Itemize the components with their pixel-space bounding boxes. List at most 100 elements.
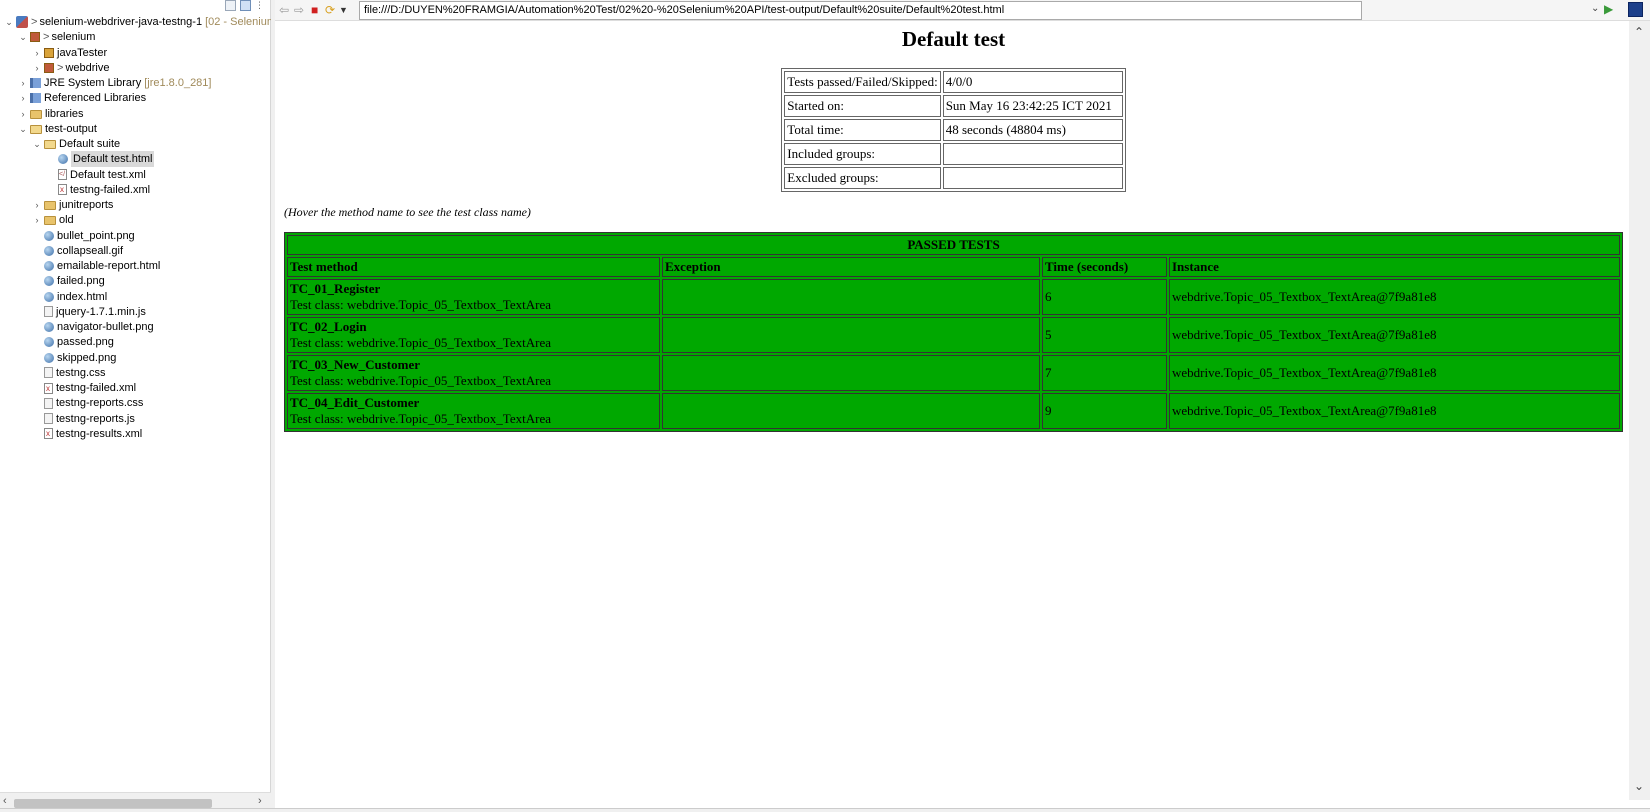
- tree-item-decoration: [02 - Selenium: [205, 16, 276, 28]
- library-icon: [30, 93, 41, 104]
- tree-item[interactable]: bullet_point.png: [32, 228, 135, 244]
- table-row: TC_04_Edit_Customer Test class: webdrive.…: [287, 393, 1620, 429]
- test-method-name[interactable]: TC_03_New_Customer: [290, 357, 657, 373]
- stop-icon[interactable]: ■: [311, 3, 318, 17]
- tree-item[interactable]: › Referenced Libraries: [18, 90, 147, 106]
- go-icon[interactable]: ▶: [1604, 2, 1613, 16]
- chevron-down-icon[interactable]: ⌄: [18, 121, 28, 137]
- folder-open-icon: [30, 124, 42, 134]
- summary-row: Included groups:: [784, 143, 1123, 165]
- tree-item-label: test-output: [45, 122, 97, 135]
- tree-item-label: selenium: [51, 31, 96, 44]
- chevron-right-icon[interactable]: ›: [32, 212, 42, 228]
- browser-vertical-scrollbar[interactable]: ⌃ ⌄: [1629, 21, 1650, 800]
- test-method-name[interactable]: TC_01_Register: [290, 281, 657, 297]
- tree-item[interactable]: emailable-report.html: [32, 258, 160, 274]
- collapse-all-icon[interactable]: [225, 0, 236, 11]
- tree-item-label: webdrive: [65, 61, 110, 74]
- test-method-name[interactable]: TC_02_Login: [290, 319, 657, 335]
- xml-file-icon: [58, 182, 67, 198]
- summary-value: [942, 167, 1123, 189]
- page-title: Default test: [901, 27, 1006, 51]
- tree-item-label: skipped.png: [57, 351, 117, 364]
- history-dropdown-icon[interactable]: ▼: [339, 5, 348, 15]
- folder-icon: [30, 109, 42, 119]
- tree-item-label: testng-failed.xml: [70, 183, 151, 196]
- link-with-editor-icon[interactable]: [240, 0, 251, 11]
- tree-item[interactable]: ⌄ Default suite: [32, 136, 120, 152]
- scroll-left-icon[interactable]: ‹: [3, 795, 7, 807]
- tree-item[interactable]: ⌄ > selenium: [18, 29, 95, 45]
- chevron-right-icon[interactable]: ›: [32, 45, 42, 61]
- tree-item[interactable]: testng-results.xml: [32, 426, 142, 442]
- time-cell: 6: [1042, 279, 1167, 315]
- modified-marker: >: [31, 16, 38, 28]
- test-method-name[interactable]: TC_04_Edit_Customer: [290, 395, 657, 411]
- project-icon: [16, 16, 28, 28]
- tree-item[interactable]: › JRE System Library [jre1.8.0_281]: [18, 75, 212, 91]
- tree-item[interactable]: Default test.html: [46, 151, 155, 168]
- tree-item[interactable]: testng-reports.css: [32, 395, 143, 411]
- summary-label: Excluded groups:: [784, 167, 941, 189]
- tree-item[interactable]: › javaTester: [32, 45, 108, 61]
- test-method-cell[interactable]: TC_04_Edit_Customer Test class: webdrive.…: [287, 393, 660, 429]
- tree-item[interactable]: collapseall.gif: [32, 243, 123, 259]
- tree-item[interactable]: Default test.xml: [46, 167, 146, 183]
- url-dropdown-icon[interactable]: ⌄: [1591, 3, 1599, 14]
- summary-value: [942, 143, 1123, 165]
- test-method-cell[interactable]: TC_03_New_Customer Test class: webdrive.T…: [287, 355, 660, 391]
- tree-item[interactable]: testng-failed.xml: [46, 182, 150, 198]
- scroll-up-icon[interactable]: ⌃: [1634, 25, 1644, 39]
- tree-item[interactable]: passed.png: [32, 334, 114, 350]
- tree-item[interactable]: jquery-1.7.1.min.js: [32, 304, 146, 320]
- tree-item[interactable]: › > webdrive: [32, 60, 110, 76]
- view-menu-icon[interactable]: ⋮: [255, 0, 264, 12]
- summary-row: Started on: Sun May 16 23:42:25 ICT 2021: [784, 95, 1123, 117]
- tree-item[interactable]: failed.png: [32, 273, 105, 289]
- tree-item[interactable]: ⌄ > selenium-webdriver-java-testng-1 [02 - …: [4, 14, 276, 30]
- chevron-right-icon[interactable]: ›: [32, 197, 42, 213]
- tree-item[interactable]: › old: [32, 212, 74, 228]
- browser-toolbar: ⇦ ⇨ ■ ⟳ ▼ file:///D:/DUYEN%20FRAMGIA/Aut…: [275, 0, 1650, 21]
- tree-item[interactable]: testng-reports.js: [32, 411, 135, 427]
- summary-table: Tests passed/Failed/Skipped: 4/0/0 Started…: [781, 68, 1126, 192]
- tree-item[interactable]: testng.css: [32, 365, 106, 381]
- scroll-right-icon[interactable]: ›: [258, 795, 262, 807]
- chevron-down-icon[interactable]: ⌄: [18, 29, 28, 45]
- tree-item-label: emailable-report.html: [57, 260, 161, 272]
- column-header-test-method: Test method: [287, 257, 660, 277]
- file-icon: [44, 337, 54, 348]
- passed-tests-heading: PASSED TESTS: [287, 235, 1620, 255]
- table-row: TC_03_New_Customer Test class: webdrive.T…: [287, 355, 1620, 391]
- tree-item[interactable]: › junitreports: [32, 197, 114, 213]
- chevron-right-icon[interactable]: ›: [32, 60, 42, 76]
- modified-marker: >: [57, 61, 64, 74]
- tree-item[interactable]: testng-failed.xml: [32, 380, 136, 397]
- scrollbar-thumb[interactable]: [14, 799, 212, 808]
- chevron-down-icon[interactable]: ⌄: [32, 136, 42, 152]
- chevron-right-icon[interactable]: ›: [18, 75, 28, 91]
- url-input[interactable]: file:///D:/DUYEN%20FRAMGIA/Automation%20…: [359, 1, 1362, 20]
- test-method-cell[interactable]: TC_02_Login Test class: webdrive.Topic_05…: [287, 317, 660, 353]
- chevron-right-icon[interactable]: ›: [18, 90, 28, 106]
- refresh-icon[interactable]: ⟳: [325, 3, 335, 17]
- scroll-down-icon[interactable]: ⌄: [1634, 779, 1644, 793]
- chevron-right-icon[interactable]: ›: [18, 106, 28, 122]
- chevron-down-icon[interactable]: ⌄: [4, 14, 14, 30]
- passed-tests-table: PASSED TESTS Test method Exception Time …: [284, 232, 1623, 432]
- tree-item[interactable]: › libraries: [18, 106, 84, 122]
- tree-item-label: bullet_point.png: [57, 229, 135, 242]
- back-icon[interactable]: ⇦: [279, 3, 289, 17]
- tree-item[interactable]: skipped.png: [32, 350, 116, 366]
- tree-item-label: collapseall.gif: [57, 244, 124, 257]
- browser-menu-icon[interactable]: [1628, 2, 1643, 17]
- library-icon: [30, 78, 41, 88]
- folder-open-icon: [44, 140, 56, 149]
- test-class-name: Test class: webdrive.Topic_05_Textbox_Te…: [290, 335, 551, 350]
- tree-item-label: passed.png: [57, 336, 114, 349]
- tree-item[interactable]: ⌄ test-output: [18, 121, 97, 137]
- forward-icon[interactable]: ⇨: [294, 3, 304, 17]
- test-method-cell[interactable]: TC_01_Register Test class: webdrive.Topic…: [287, 279, 660, 315]
- tree-item[interactable]: index.html: [32, 289, 107, 305]
- tree-item[interactable]: navigator-bullet.png: [32, 319, 154, 335]
